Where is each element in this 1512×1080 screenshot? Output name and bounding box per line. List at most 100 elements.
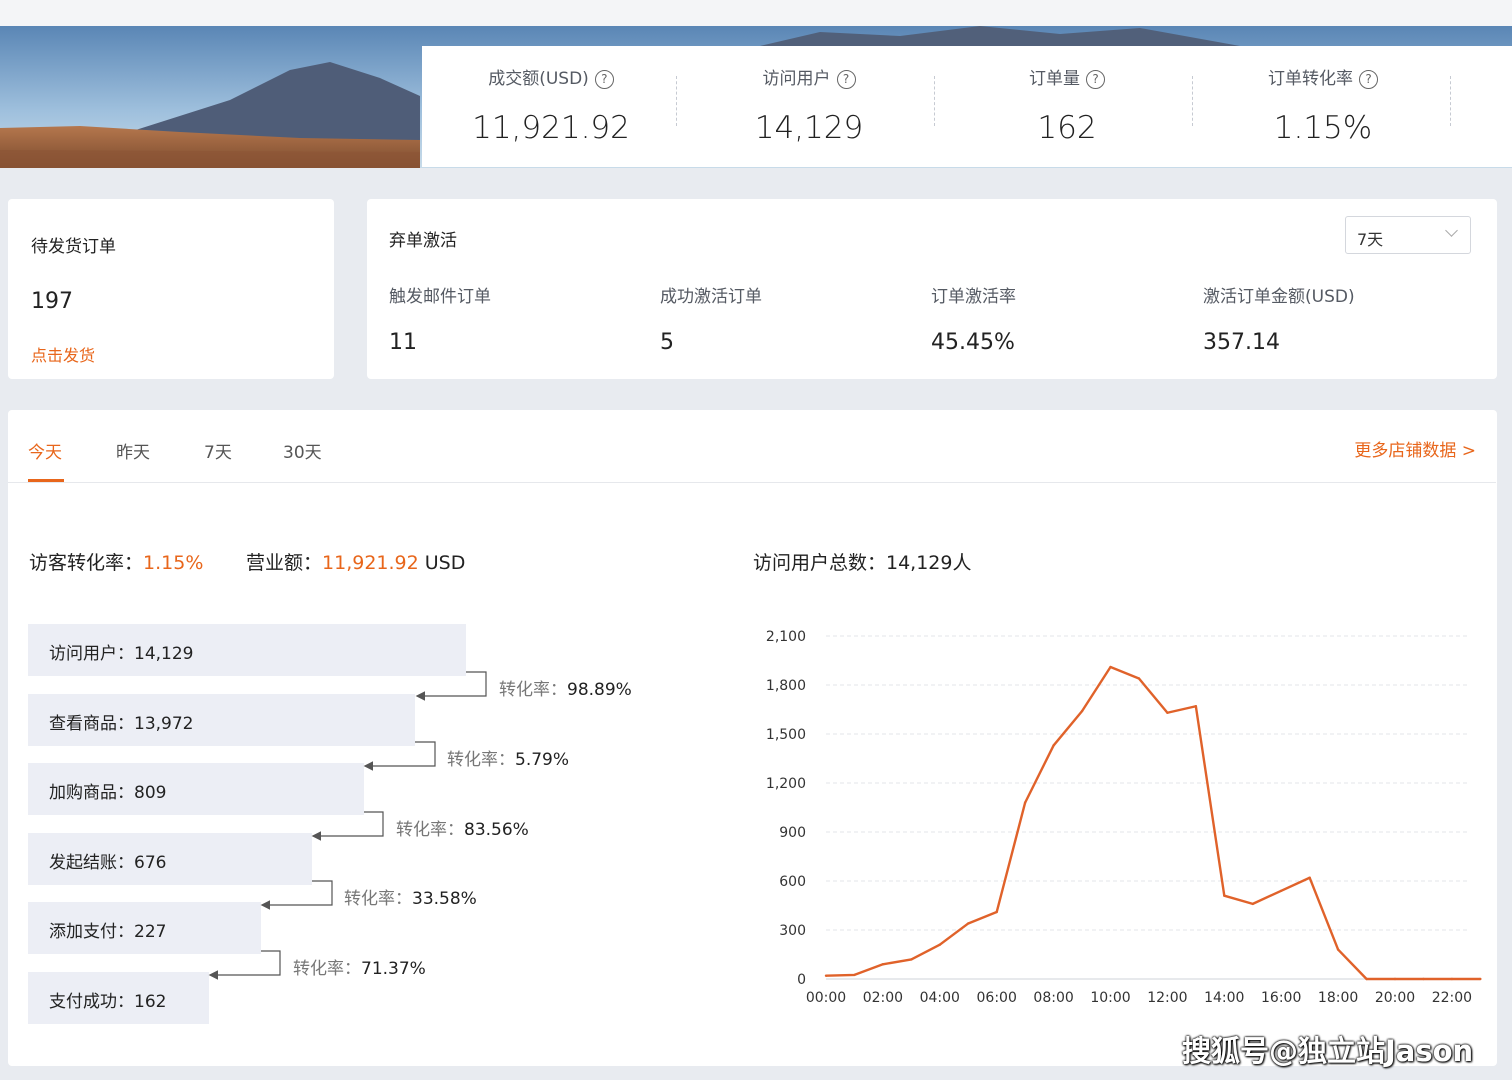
data-point: [995, 910, 998, 914]
data-point: [1080, 709, 1084, 713]
conversion-rate: 转化率：83.56%: [396, 815, 529, 840]
data-point: [881, 963, 885, 966]
range-select-value: 7天: [1357, 230, 1384, 249]
rate-value: 5.79%: [515, 750, 570, 770]
data-point: [1194, 705, 1198, 708]
rate-value: 83.56%: [464, 820, 529, 840]
more-store-data-link[interactable]: 更多店铺数据 >: [1354, 436, 1476, 461]
data-point: [910, 958, 913, 961]
y-tick-label: 1,800: [766, 678, 806, 694]
x-tick-label: 00:00: [806, 990, 846, 1006]
data-point: [824, 974, 828, 977]
data-point: [1308, 876, 1311, 879]
stat-label: 访问用户: [762, 69, 831, 89]
data-point: [1336, 948, 1340, 951]
y-tick-label: 1,200: [766, 776, 806, 792]
x-tick-label: 02:00: [863, 990, 903, 1006]
data-point: [1479, 977, 1482, 981]
data-point: [1223, 894, 1226, 897]
abandon-metric: 激活订单金额(USD) 357.14: [1203, 282, 1463, 355]
divider: [1192, 76, 1193, 126]
help-icon[interactable]: ?: [594, 70, 614, 89]
rate-value: 33.58%: [412, 889, 477, 909]
data-point: [1166, 711, 1169, 714]
stat-label: 成交额(USD): [488, 69, 589, 89]
data-point: [1109, 665, 1112, 669]
metric-value: 11: [389, 330, 417, 355]
help-icon[interactable]: ?: [1359, 70, 1378, 89]
stat-label: 订单转化率: [1268, 69, 1353, 89]
help-icon[interactable]: ?: [836, 70, 856, 89]
data-point: [1137, 677, 1141, 680]
stat-label: 订单量: [1029, 69, 1080, 89]
visitors-line-chart: 0 300 600 900 1,200 1,500 1,800 2,100 00:00 02:00…: [766, 629, 1482, 1006]
stat-conversion: 订单转化率? 1.15%: [1194, 46, 1452, 167]
abandon-activation-card: 弃单激活 7天 触发邮件订单 11 成功激活订单 5 订单激活率 45.45% …: [367, 199, 1497, 379]
visitors-total: 访问用户总数：14,129人: [753, 552, 972, 574]
data-point: [1422, 977, 1425, 981]
y-tick-label: 0: [797, 972, 806, 988]
divider: [934, 76, 935, 126]
series-line: [825, 665, 1481, 981]
conversion-rate: 转化率：33.58%: [344, 884, 477, 909]
data-point: [853, 973, 856, 977]
x-tick-label: 06:00: [977, 990, 1017, 1006]
y-tick-label: 2,100: [766, 629, 806, 645]
conversion-rate: 转化率：71.37%: [293, 954, 426, 979]
stat-value: 14,129: [754, 110, 864, 146]
pending-orders-card: 待发货订单 197 点击发货: [8, 199, 334, 379]
x-tick-label: 04:00: [920, 990, 960, 1006]
metric-label: 订单激活率: [931, 287, 1016, 307]
stat-value: 11,921.92: [472, 110, 630, 146]
rate-value: 71.37%: [361, 959, 426, 979]
y-tick-label: 900: [779, 825, 806, 841]
connector-arrow: [415, 671, 487, 701]
data-point: [1450, 977, 1454, 981]
abandon-metric: 成功激活订单 5: [660, 282, 920, 355]
divider: [1450, 76, 1451, 126]
rate-label: 转化率：: [499, 680, 567, 700]
abandon-metric: 订单激活率 45.45%: [931, 282, 1191, 355]
ship-now-link[interactable]: 点击发货: [31, 342, 95, 366]
conversion-rate: 转化率：5.79%: [447, 745, 569, 770]
chevron-down-icon: [1445, 224, 1458, 237]
pending-orders-title: 待发货订单: [31, 237, 116, 257]
x-tick-label: 20:00: [1375, 990, 1415, 1006]
connector-arrow: [311, 811, 384, 841]
data-point: [1052, 744, 1055, 747]
stats-panel: 成交额(USD)? 11,921.92 访问用户? 14,129 订单量? 16…: [422, 46, 1512, 167]
x-tick-label: 12:00: [1147, 990, 1187, 1006]
range-select[interactable]: 7天: [1345, 216, 1471, 254]
y-tick-label: 1,500: [766, 727, 806, 743]
rate-value: 98.89%: [567, 680, 632, 700]
rate-label: 转化率：: [344, 889, 412, 909]
metric-value: 5: [660, 330, 674, 355]
divider: [676, 76, 677, 126]
stat-revenue: 成交额(USD)? 11,921.92: [422, 46, 680, 167]
metric-label: 激活订单金额(USD): [1203, 287, 1355, 307]
rate-label: 转化率：: [293, 959, 361, 979]
stat-value: 1.15%: [1273, 110, 1373, 146]
data-point: [1365, 977, 1368, 981]
x-tick-label: 22:00: [1432, 990, 1472, 1006]
data-point: [1251, 902, 1254, 906]
data-point: [1023, 801, 1027, 804]
connector-arrow: [208, 950, 281, 980]
metric-value: 45.45%: [931, 330, 1015, 355]
data-point: [1280, 889, 1283, 892]
analytics-card: 今天 昨天 7天 30天 更多店铺数据 > 访客转化率：1.15% 营业额：11…: [8, 410, 1497, 1066]
pending-orders-count: 197: [31, 289, 73, 314]
stat-orders: 订单量? 162: [938, 46, 1196, 167]
help-icon[interactable]: ?: [1086, 70, 1105, 89]
x-tick-label: 10:00: [1090, 990, 1130, 1006]
rate-label: 转化率：: [396, 820, 464, 840]
metric-label: 触发邮件订单: [389, 287, 491, 307]
abandon-title: 弃单激活: [389, 231, 457, 251]
x-tick-label: 08:00: [1033, 990, 1073, 1006]
y-tick-label: 300: [779, 923, 806, 939]
data-point: [1393, 977, 1397, 981]
conversion-rate: 转化率：98.89%: [499, 675, 632, 700]
watermark-text: 搜狐号@独立站Jason: [1182, 1034, 1474, 1068]
metric-value: 357.14: [1203, 330, 1280, 355]
y-tick-label: 600: [779, 874, 806, 890]
